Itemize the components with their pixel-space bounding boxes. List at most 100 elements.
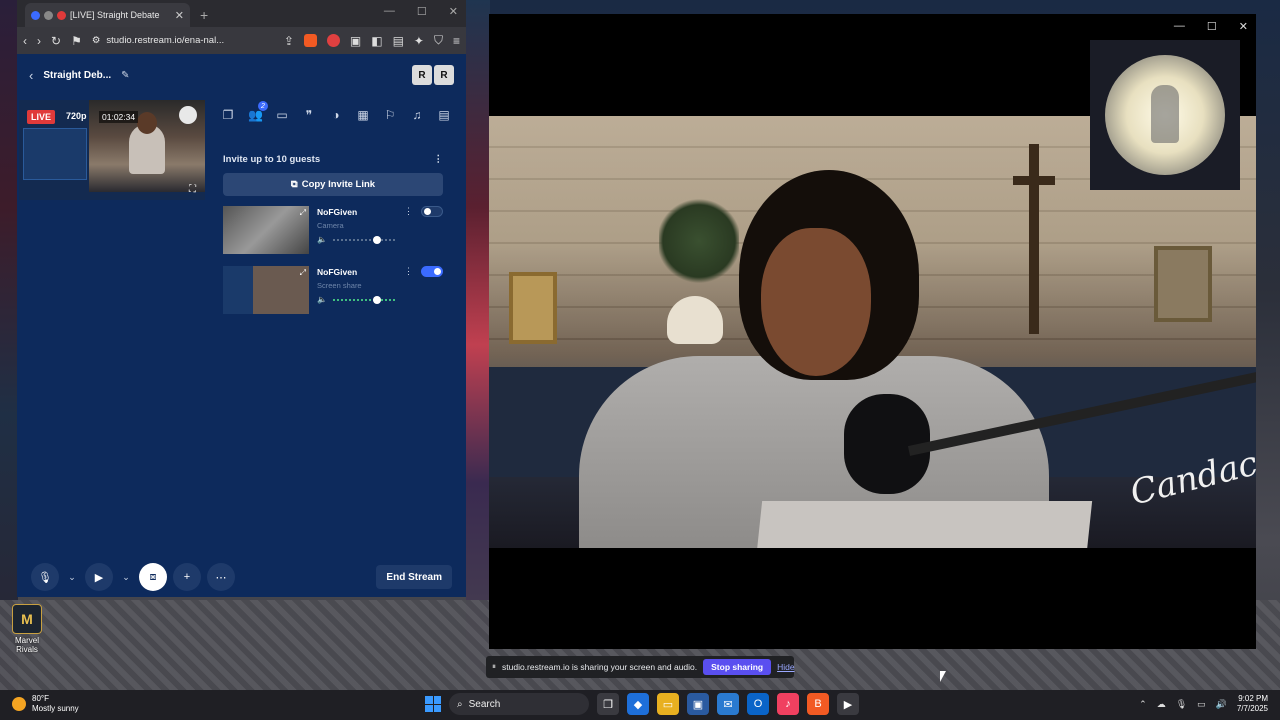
guest-thumbnail[interactable]: ⤢ (223, 206, 309, 254)
picture-frame (509, 271, 557, 344)
stream-preview[interactable]: LIVE 720p 01:02:34 ⛶ (19, 100, 205, 200)
drag-handle-icon[interactable]: ⏸ (492, 662, 496, 672)
brave-shields-icon[interactable] (303, 34, 317, 47)
url-field[interactable]: ⚙ studio.restream.io/ena-nal... (92, 35, 274, 46)
maximize-icon[interactable]: ☐ (417, 5, 427, 18)
volume-slider[interactable] (332, 295, 397, 304)
edit-pencil-icon[interactable]: ✎ (121, 70, 129, 81)
desktop-icon-marvel-rivals[interactable]: M Marvel Rivals (4, 604, 50, 654)
guest-source: Camera (317, 221, 344, 230)
notes-icon[interactable]: ▤ (437, 108, 451, 122)
camera-button[interactable]: ▶ (85, 563, 113, 591)
crucifix (1029, 144, 1039, 334)
close-tab-icon[interactable]: ✕ (175, 9, 184, 22)
extensions-icon[interactable]: ▣ (350, 34, 361, 48)
guests-count-badge: 2 (258, 101, 268, 111)
vpn-icon[interactable]: ⛉ (434, 33, 443, 48)
palette-icon[interactable]: ◑ (329, 108, 343, 122)
copilot-icon[interactable]: ◆ (627, 693, 649, 715)
file-explorer-icon[interactable]: ▭ (657, 693, 679, 715)
laptop (755, 501, 1093, 548)
copy-invite-link-button[interactable]: ⧉ Copy Invite Link (223, 173, 443, 196)
bookmark-icon[interactable]: ⚑ (71, 34, 82, 48)
back-icon[interactable]: ‹ (23, 34, 27, 48)
quote-icon[interactable]: ❞ (302, 108, 316, 122)
maximize-icon[interactable]: ☐ (1207, 20, 1217, 33)
chat-icon[interactable]: ▭ (275, 108, 289, 122)
taskbar-apps: ⌕ Search ❐ ◆ ▭ ▣ ✉ O ♪ B ▶ (425, 693, 859, 715)
brave-browser-icon[interactable]: B (807, 693, 829, 715)
more-options-icon[interactable]: ⋮ (434, 154, 444, 165)
volume-slider[interactable] (332, 235, 397, 244)
volume-knob[interactable] (372, 295, 381, 304)
add-guest-button[interactable]: + (173, 563, 201, 591)
mic-tray-icon[interactable]: 🎙 (1176, 699, 1187, 710)
vase (667, 296, 723, 344)
video-window: — ☐ ✕ Candace (489, 14, 1256, 649)
avatar[interactable]: R (434, 65, 454, 85)
leo-icon[interactable]: ✦ (414, 34, 424, 48)
crucifix-bar (1013, 176, 1055, 185)
camera-options-chevron-icon[interactable]: ⌄ (119, 572, 133, 583)
close-window-icon[interactable]: ✕ (449, 5, 458, 18)
speaker-icon[interactable]: 🔈 (317, 235, 327, 244)
taskbar-search[interactable]: ⌕ Search (449, 693, 589, 715)
outlook-icon[interactable]: O (747, 693, 769, 715)
banner-icon[interactable]: ⚐ (383, 108, 397, 122)
microphone-button[interactable]: 🎙 (31, 563, 59, 591)
clock[interactable]: 9:02 PM 7/7/2025 (1237, 694, 1268, 714)
restream-studio: ‹ Straight Deb... ✎ R R LIVE 720p 01:02:… (17, 54, 466, 597)
guest-menu-icon[interactable]: ⋮ (404, 206, 413, 217)
tray-chevron-icon[interactable]: ⌃ (1139, 699, 1147, 710)
browser-tab-active[interactable]: [LIVE] Straight Debate ✕ (25, 3, 190, 27)
expand-icon[interactable]: ⤢ (300, 268, 306, 278)
mic-options-chevron-icon[interactable]: ⌄ (65, 572, 79, 583)
volume-icon[interactable]: 🔊 (1216, 699, 1227, 710)
task-view-icon[interactable]: ❐ (597, 693, 619, 715)
grid-icon[interactable]: ▦ (356, 108, 370, 122)
minimize-icon[interactable]: — (1174, 20, 1185, 33)
menu-icon[interactable]: ≡ (453, 34, 460, 48)
guests-panel: Invite up to 10 guests ⋮ ⧉ Copy Invite L… (223, 154, 443, 316)
guests-icon[interactable]: 👥 2 (248, 101, 268, 122)
media-player-icon[interactable]: ▶ (837, 693, 859, 715)
avatar[interactable]: R (412, 65, 432, 85)
close-window-icon[interactable]: ✕ (1239, 20, 1248, 33)
share-icon[interactable]: ⇪ (284, 34, 294, 48)
music-app-icon[interactable]: ♪ (777, 693, 799, 715)
expand-icon[interactable]: ⤢ (300, 208, 306, 218)
windows-start-icon[interactable] (425, 696, 441, 712)
mouse-cursor-icon (940, 671, 946, 682)
new-tab-button[interactable]: + (200, 7, 208, 23)
guest-toggle[interactable] (421, 266, 443, 277)
fullscreen-icon[interactable]: ⛶ (189, 184, 196, 195)
screen-share-button[interactable]: ⧈ (139, 563, 167, 591)
site-info-icon[interactable]: ⚙ (92, 35, 101, 46)
minimize-icon[interactable]: — (384, 5, 395, 18)
sidebar-icon[interactable]: ◧ (371, 34, 382, 48)
more-button[interactable]: ⋯ (207, 563, 235, 591)
guest-toggle[interactable] (421, 206, 443, 217)
mail-icon[interactable]: ✉ (717, 693, 739, 715)
speaker-icon[interactable]: 🔈 (317, 295, 327, 304)
wallet-icon[interactable]: ▤ (393, 34, 404, 48)
music-icon[interactable]: ♫ (410, 108, 424, 122)
onedrive-icon[interactable]: ☁ (1157, 699, 1166, 710)
volume-knob[interactable] (372, 235, 381, 244)
weather-widget[interactable]: 80°F Mostly sunny (12, 694, 79, 714)
store-icon[interactable]: ▣ (687, 693, 709, 715)
brave-rewards-icon[interactable] (326, 34, 340, 47)
reload-icon[interactable]: ↻ (51, 34, 61, 48)
guest-name: NoFGiven (317, 266, 358, 277)
end-stream-button[interactable]: End Stream (376, 565, 452, 589)
stop-sharing-button[interactable]: Stop sharing (703, 659, 772, 675)
hide-button[interactable]: Hide (777, 662, 794, 672)
display-icon[interactable]: ▭ (1197, 699, 1206, 710)
forward-icon[interactable]: › (37, 34, 41, 48)
layers-icon[interactable]: ❐ (221, 108, 235, 122)
guest-thumbnail[interactable]: ⤢ (223, 266, 309, 314)
studio-header: ‹ Straight Deb... ✎ R R (17, 54, 466, 96)
guest-menu-icon[interactable]: ⋮ (404, 266, 413, 277)
stream-timer: 01:02:34 (99, 111, 139, 123)
back-arrow-icon[interactable]: ‹ (29, 68, 33, 83)
